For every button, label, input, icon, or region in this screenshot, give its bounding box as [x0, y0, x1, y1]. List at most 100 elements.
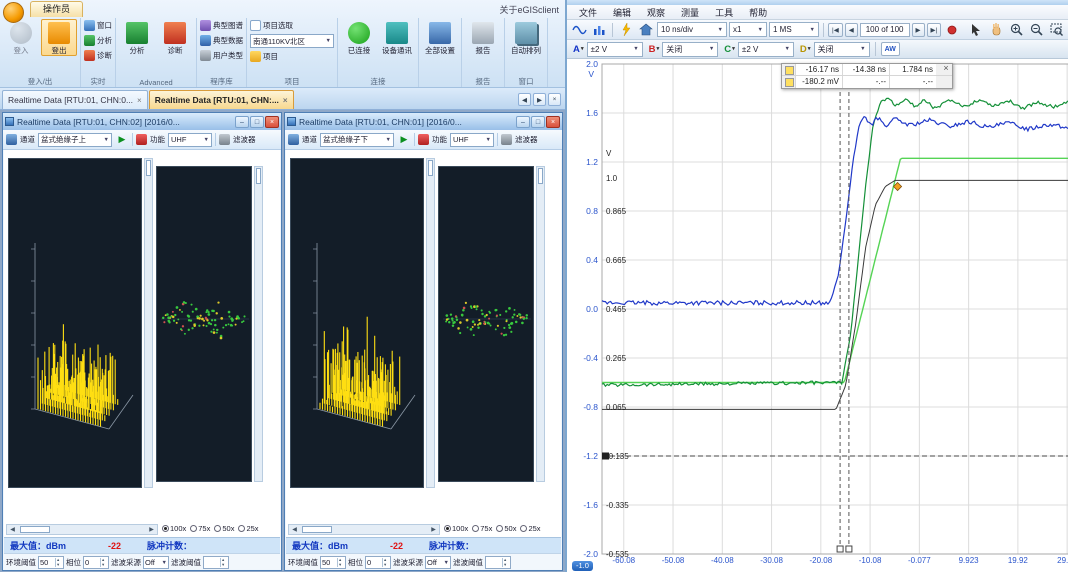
ribbon-button[interactable]: 项目: [250, 50, 334, 63]
menu-item[interactable]: 观察: [639, 6, 673, 19]
menu-item[interactable]: 文件: [571, 6, 605, 19]
close-icon[interactable]: ×: [283, 96, 288, 105]
scroll-left-icon[interactable]: ◀: [7, 526, 18, 533]
spinner-icon[interactable]: ▴▾: [502, 558, 506, 567]
zoom-multiplier-select[interactable]: x1▼: [729, 22, 767, 37]
slider-thumb[interactable]: [428, 160, 433, 176]
filter-source-select[interactable]: Off▼: [425, 556, 451, 569]
horizontal-scrollbar[interactable]: ◀▶: [6, 524, 158, 535]
minimize-button[interactable]: –: [516, 116, 530, 128]
control-input[interactable]: ▴▾: [203, 556, 229, 569]
awg-button[interactable]: AW: [881, 42, 900, 56]
slider-thumb[interactable]: [538, 168, 543, 184]
function-select[interactable]: UHF▼: [168, 133, 212, 147]
ribbon-button[interactable]: 分析: [84, 34, 112, 47]
restore-button[interactable]: □: [250, 116, 264, 128]
control-input[interactable]: 0▴▾: [83, 556, 109, 569]
scrollbar-thumb[interactable]: [20, 526, 50, 533]
channel-select[interactable]: 盆式绝缘子下▼: [320, 133, 394, 147]
menu-item[interactable]: 编辑: [605, 6, 639, 19]
channel-d-button[interactable]: D▾: [800, 44, 811, 55]
ribbon-button[interactable]: 登出: [41, 19, 77, 56]
scroll-left-icon[interactable]: ◀: [518, 93, 531, 106]
play-button[interactable]: ▶: [115, 134, 129, 145]
document-tab[interactable]: Realtime Data [RTU:01, CHN:...×: [149, 90, 294, 109]
zoom-radio-75x[interactable]: 75x: [190, 524, 210, 533]
next-buffer-button[interactable]: ▶: [912, 23, 925, 37]
about-link[interactable]: 关于eGISclient: [499, 3, 559, 16]
time-ruler-handle[interactable]: [837, 546, 843, 552]
first-buffer-button[interactable]: |◀: [828, 23, 843, 37]
horizontal-scrollbar[interactable]: ◀▶: [288, 524, 440, 535]
slider-thumb[interactable]: [256, 168, 261, 184]
spinner-icon[interactable]: ▴▾: [382, 558, 386, 567]
last-buffer-button[interactable]: ▶|: [927, 23, 942, 37]
home-settings-icon[interactable]: [637, 22, 655, 38]
play-button[interactable]: ▶: [397, 134, 411, 145]
menu-item[interactable]: 测量: [673, 6, 707, 19]
ribbon-button[interactable]: 项目选取: [250, 19, 334, 32]
waveform-plot[interactable]: -60.08-50.08-40.08-30.08-20.08-10.08-0.0…: [567, 59, 1068, 572]
zoom-radio-50x[interactable]: 50x: [214, 524, 234, 533]
channel-c-button[interactable]: C▾: [724, 44, 735, 55]
scroll-right-icon[interactable]: ▶: [533, 93, 546, 106]
close-icon[interactable]: ×: [548, 93, 561, 106]
spinner-icon[interactable]: ▴▾: [337, 558, 341, 567]
prev-buffer-button[interactable]: ◀: [845, 23, 858, 37]
close-icon[interactable]: ×: [941, 63, 951, 73]
mdi-window-titlebar[interactable]: Realtime Data [RTU:01, CHN:01] [2016/0..…: [285, 113, 562, 130]
channel-b-button[interactable]: B▾: [649, 44, 660, 55]
waveform-view-icon[interactable]: [570, 22, 588, 38]
ribbon-tab-operator[interactable]: 操作员: [30, 1, 83, 17]
spinner-icon[interactable]: ▴▾: [55, 558, 59, 567]
scroll-left-icon[interactable]: ◀: [289, 526, 300, 533]
timebase-select[interactable]: 10 ns/div▼: [657, 22, 727, 37]
vertical-slider[interactable]: [254, 166, 263, 482]
ribbon-button[interactable]: 自动排列: [508, 19, 544, 56]
ribbon-button[interactable]: 诊断: [84, 49, 112, 62]
ribbon-button[interactable]: 诊断: [157, 19, 193, 56]
control-input[interactable]: 0▴▾: [365, 556, 391, 569]
zoom-radio-25x[interactable]: 25x: [238, 524, 258, 533]
minimize-button[interactable]: –: [235, 116, 249, 128]
menu-item[interactable]: 工具: [707, 6, 741, 19]
restore-button[interactable]: □: [531, 116, 545, 128]
sample-count-select[interactable]: 1 MS▼: [769, 22, 819, 37]
zoom-radio-75x[interactable]: 75x: [472, 524, 492, 533]
ruler-legend[interactable]: -16.17 ns -14.38 ns 1.784 ns × -180.2 mV…: [781, 63, 953, 89]
channel-c-range-select[interactable]: ±2 V▼: [738, 42, 794, 57]
close-button[interactable]: ×: [265, 116, 279, 128]
function-select[interactable]: UHF▼: [450, 133, 494, 147]
slider-thumb[interactable]: [146, 160, 151, 176]
ribbon-button[interactable]: 窗口: [84, 19, 112, 32]
channel-a-range-select[interactable]: ±2 V▼: [587, 42, 643, 57]
vertical-slider[interactable]: [536, 166, 545, 482]
buffer-overview-icon[interactable]: [943, 22, 961, 38]
time-ruler-handle[interactable]: [846, 546, 852, 552]
vertical-slider[interactable]: [426, 158, 435, 488]
zoom-in-icon[interactable]: [1007, 22, 1025, 38]
marquee-zoom-icon[interactable]: [1047, 22, 1065, 38]
ribbon-button[interactable]: 全部设置: [422, 19, 458, 56]
persistence-mode-icon[interactable]: [617, 22, 635, 38]
ribbon-button[interactable]: 报告: [465, 19, 501, 56]
normal-cursor-icon[interactable]: [967, 22, 985, 38]
ribbon-button[interactable]: 已连接: [341, 19, 377, 56]
spectrum-view-icon[interactable]: [590, 22, 608, 38]
ribbon-button[interactable]: 典型数据: [200, 34, 243, 47]
close-icon[interactable]: ×: [137, 96, 142, 105]
ribbon-button[interactable]: 分析: [119, 19, 155, 56]
channel-select[interactable]: 盆式绝缘子上▼: [38, 133, 112, 147]
ribbon-button[interactable]: 设备通讯: [379, 19, 415, 56]
channel-b-range-select[interactable]: 关闭▼: [662, 42, 718, 57]
menu-item[interactable]: 帮助: [741, 6, 775, 19]
ribbon-button[interactable]: 用户类型: [200, 49, 243, 62]
channel-a-button[interactable]: A▾: [573, 44, 584, 55]
ribbon-button[interactable]: 登入: [3, 19, 39, 56]
control-input[interactable]: 50▴▾: [320, 556, 346, 569]
axis-offset-badge[interactable]: -1.0: [572, 561, 593, 571]
scrollbar-thumb[interactable]: [302, 526, 332, 533]
zoom-radio-100x[interactable]: 100x: [444, 524, 468, 533]
scroll-right-icon[interactable]: ▶: [428, 526, 439, 533]
ribbon-button[interactable]: 典型图谱: [200, 19, 243, 32]
